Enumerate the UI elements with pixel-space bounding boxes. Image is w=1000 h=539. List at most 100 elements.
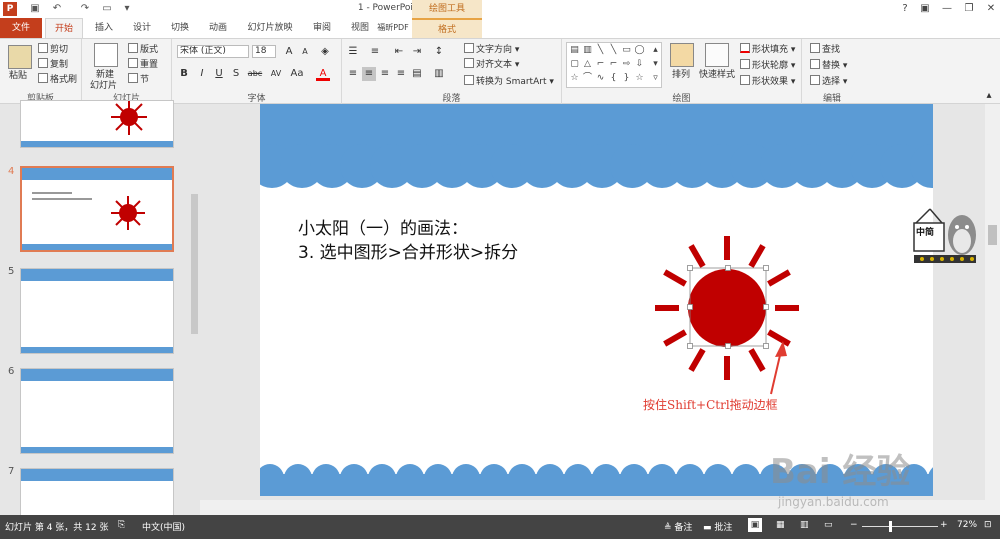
slide-thumbnail-3[interactable] — [20, 100, 174, 148]
replace-button[interactable]: 替换 ▾ — [810, 59, 847, 72]
sun-ray[interactable] — [663, 269, 687, 287]
zoom-slider-track[interactable] — [862, 526, 938, 527]
zoom-slider-knob[interactable] — [889, 521, 892, 532]
sun-ray[interactable] — [748, 244, 766, 268]
cut-button[interactable]: 剪切 — [38, 43, 68, 56]
reset-button[interactable]: 重置 — [128, 58, 158, 71]
columns-icon[interactable]: ▥ — [432, 67, 446, 81]
close-button[interactable]: ✕ — [984, 2, 998, 16]
clear-format-icon[interactable]: ◈ — [318, 45, 332, 59]
slide-thumbnail-6[interactable] — [20, 368, 174, 454]
zoom-out-button[interactable]: − — [850, 520, 858, 530]
gallery-up-icon[interactable]: ▴ — [650, 45, 661, 55]
resize-handle[interactable] — [725, 343, 731, 349]
resize-handle[interactable] — [763, 304, 769, 310]
resize-handle[interactable] — [725, 265, 731, 271]
oval-shape-icon[interactable]: ◯ — [634, 45, 645, 55]
grow-font-button[interactable]: A — [282, 45, 296, 59]
customize-toolbar-icon[interactable]: ▾ — [120, 2, 134, 16]
change-case-button[interactable]: Aa — [288, 67, 306, 81]
underline-button[interactable]: U — [212, 67, 226, 81]
align-center-icon[interactable]: ≡ — [362, 67, 376, 81]
align-left-icon[interactable]: ≡ — [346, 67, 360, 81]
shadow-button[interactable]: S — [229, 67, 243, 81]
curve-shape-icon[interactable]: ⌒ — [582, 73, 593, 83]
spellcheck-icon[interactable]: ⎘ — [118, 520, 125, 530]
wave-shape-icon[interactable]: ∿ — [595, 73, 606, 83]
font-color-button[interactable]: A — [316, 67, 330, 81]
arrange-button[interactable]: 排列 — [672, 69, 690, 81]
increase-indent-icon[interactable]: ⇥ — [410, 45, 424, 59]
fit-slide-icon[interactable]: ⊡ — [984, 520, 992, 530]
convert-smartart-button[interactable]: 转换为 SmartArt ▾ — [464, 75, 554, 88]
arrow-down-shape-icon[interactable]: ⇩ — [634, 59, 645, 69]
reading-view-icon[interactable]: ▥ — [800, 520, 809, 530]
char-spacing-button[interactable]: AV — [267, 67, 285, 81]
numbering-icon[interactable]: ≡ — [368, 45, 382, 59]
justify-icon[interactable]: ≡ — [394, 67, 408, 81]
restore-button[interactable]: ❐ — [962, 2, 976, 16]
sun-ray[interactable] — [767, 269, 791, 287]
redo-icon[interactable]: ↷ — [78, 2, 92, 16]
notes-button[interactable]: ≜ 备注 — [664, 520, 692, 533]
resize-handle[interactable] — [687, 304, 693, 310]
italic-button[interactable]: I — [195, 67, 209, 81]
language-status[interactable]: 中文(中国) — [142, 520, 185, 533]
tab-insert[interactable]: 插入 — [90, 18, 118, 38]
vertical-scroll-thumb[interactable] — [988, 225, 997, 245]
textbox-shape-icon[interactable]: ▤ — [569, 45, 580, 55]
font-size-combo[interactable]: 18 — [252, 45, 276, 58]
gallery-down-icon[interactable]: ▾ — [650, 59, 661, 69]
shape-outline-button[interactable]: 形状轮廓 ▾ — [740, 59, 795, 72]
select-button[interactable]: 选择 ▾ — [810, 75, 847, 88]
tab-design[interactable]: 设计 — [128, 18, 156, 38]
undo-icon[interactable]: ↶ — [50, 2, 64, 16]
text-direction-button[interactable]: 文字方向 ▾ — [464, 43, 519, 56]
arrow-right-shape-icon[interactable]: ⇨ — [621, 59, 632, 69]
slide-thumbnail-5[interactable] — [20, 268, 174, 354]
sun-ray[interactable] — [688, 348, 706, 372]
ribbon-options-icon[interactable]: ▣ — [918, 2, 932, 16]
tab-animations[interactable]: 动画 — [204, 18, 232, 38]
comments-button[interactable]: ▬ 批注 — [703, 520, 732, 533]
sun-ray[interactable] — [688, 244, 706, 268]
brace-right-shape-icon[interactable]: } — [621, 73, 632, 83]
slideshow-start-icon[interactable]: ▭ — [100, 2, 114, 16]
slideshow-view-icon[interactable]: ▭ — [824, 520, 833, 530]
align-right-icon[interactable]: ≡ — [378, 67, 392, 81]
paste-icon[interactable] — [8, 45, 32, 69]
tab-slideshow[interactable]: 幻灯片放映 — [242, 18, 298, 38]
tab-transitions[interactable]: 切换 — [166, 18, 194, 38]
rounded-rect-shape-icon[interactable]: ▢ — [569, 59, 580, 69]
slide-title-line2[interactable]: 3. 选中图形>合并形状>拆分 — [298, 238, 518, 263]
thumbnail-scroll-thumb[interactable] — [191, 194, 198, 334]
shrink-font-button[interactable]: A — [298, 45, 312, 59]
bullets-icon[interactable]: ☰ — [346, 45, 360, 59]
new-slide-icon[interactable] — [94, 43, 118, 67]
vtextbox-shape-icon[interactable]: ▥ — [582, 45, 593, 55]
slide-count-status[interactable]: 幻灯片 第 4 张，共 12 张 — [5, 520, 108, 533]
current-slide[interactable]: 小太阳（一）的画法： 3. 选中图形>合并形状>拆分 按住Shift+Ctrl拖… — [260, 104, 933, 496]
save-icon[interactable]: ▣ — [28, 2, 42, 16]
minimize-button[interactable]: — — [940, 2, 954, 16]
elbow-shape-icon[interactable]: ⌐ — [595, 59, 606, 69]
line-spacing-icon[interactable]: ↕ — [432, 45, 446, 59]
tab-file[interactable]: 文件 — [0, 18, 42, 38]
resize-handle[interactable] — [763, 265, 769, 271]
shapes-gallery[interactable]: ▤ ▥ ╲ ╲ ▭ ◯ ▢ △ ⌐ ⌐ ⇨ ⇩ ☆ ⌒ ∿ { } ☆ ▴ ▾ … — [566, 42, 662, 88]
tab-view[interactable]: 视图 — [346, 18, 374, 38]
slide-sorter-icon[interactable]: ▦ — [776, 520, 785, 530]
gallery-more-icon[interactable]: ▿ — [650, 73, 661, 83]
line-shape-icon[interactable]: ╲ — [595, 45, 606, 55]
resize-handle[interactable] — [687, 343, 693, 349]
align-text-button[interactable]: 对齐文本 ▾ — [464, 58, 519, 71]
tab-format[interactable]: 格式 — [412, 18, 482, 38]
resize-handle[interactable] — [687, 265, 693, 271]
quick-styles-button[interactable]: 快速样式 — [699, 69, 735, 81]
quick-styles-icon[interactable] — [705, 43, 729, 67]
shape-fill-button[interactable]: 形状填充 ▾ — [740, 43, 795, 56]
layout-button[interactable]: 版式 — [128, 43, 158, 56]
font-name-combo[interactable]: 宋体 (正文) — [177, 45, 249, 58]
rect-shape-icon[interactable]: ▭ — [621, 45, 632, 55]
zoom-in-button[interactable]: + — [940, 520, 948, 530]
